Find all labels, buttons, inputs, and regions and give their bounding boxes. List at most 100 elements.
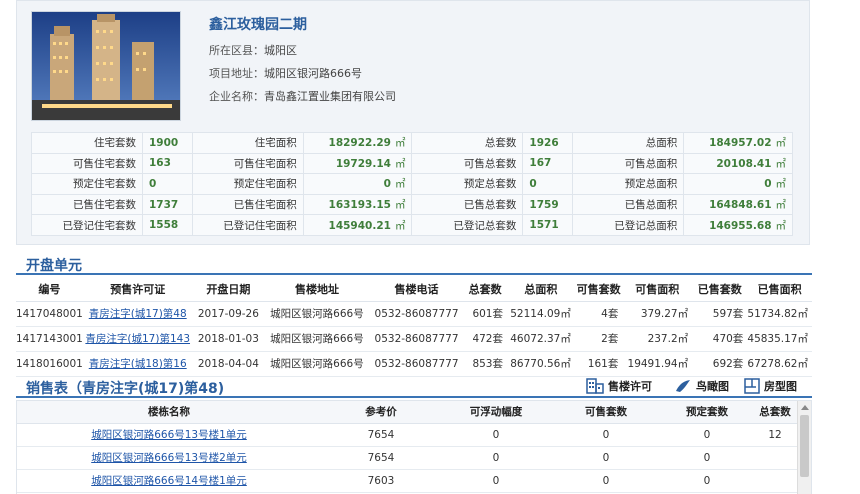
building-link[interactable]: 城阳区银河路666号13号楼1单元 <box>91 429 247 441</box>
address-value: 城阳区银河路666号 <box>264 67 362 80</box>
column-header: 已售套数 <box>692 277 748 302</box>
company-label: 企业名称： <box>209 90 264 103</box>
stat-number: 0 <box>148 177 157 190</box>
building-link-cell[interactable]: 城阳区银河路666号13号楼1单元 <box>17 423 321 447</box>
building-icon <box>586 378 604 394</box>
aerial-view-label: 鸟瞰图 <box>696 380 729 393</box>
stat-label: 已登记总套数 <box>411 214 524 236</box>
stat-value: 145940.21 ㎡ <box>302 214 413 236</box>
permit-link-cell[interactable]: 青房注字(城17)第48 <box>82 301 193 327</box>
permit-link[interactable]: 青房注字(城17)第143 <box>85 333 190 345</box>
project-summary-panel: 鑫江玫瑰园二期 所在区县：城阳区 项目地址：城阳区银河路666号 企业名称：青岛… <box>16 0 810 245</box>
opening-units-header: 开盘单元 <box>16 255 812 275</box>
stat-value: 167 <box>522 152 574 175</box>
table-cell: 0532-86087777 <box>369 301 464 327</box>
stat-value: 0 <box>522 173 574 195</box>
sales-table: 楼栋名称 参考价 可浮动幅度 可售套数 预定套数 总套数 城阳区银河路666号13号楼1单… <box>17 401 797 493</box>
permit-link[interactable]: 青房注字(城18)第16 <box>89 358 187 370</box>
permit-link-cell[interactable]: 青房注字(城18)第16 <box>82 351 193 377</box>
stat-value: 1759 <box>522 193 574 216</box>
table-row: 城阳区银河路666号14号楼1单元 7603 0 0 0 <box>17 469 797 493</box>
scroll-up-icon[interactable] <box>801 405 809 410</box>
table-cell: 51734.82㎡ <box>747 301 812 327</box>
permit-link-cell[interactable]: 青房注字(城17)第143 <box>82 326 193 352</box>
column-header: 参考价 <box>321 401 441 424</box>
stat-number: 0 <box>529 177 537 190</box>
sales-table-container: 楼栋名称 参考价 可浮动幅度 可售套数 预定套数 总套数 城阳区银河路666号13号楼1单… <box>16 400 812 494</box>
permit-link[interactable]: 青房注字(城17)第48 <box>89 308 187 320</box>
stat-label: 可售住宅套数 <box>31 152 143 175</box>
stat-number: 0 <box>383 178 391 191</box>
address-line: 项目地址：城阳区银河路666号 <box>209 65 362 81</box>
table-cell: 2018-04-04 <box>192 351 265 377</box>
stat-value: 164848.61 ㎡ <box>683 193 793 216</box>
table-cell: 472套 <box>463 326 507 352</box>
scroll-thumb[interactable] <box>800 415 809 477</box>
floorplan-label: 房型图 <box>764 380 797 393</box>
building-link-cell[interactable]: 城阳区银河路666号13号楼2单元 <box>17 446 321 470</box>
stat-label: 预定总套数 <box>411 173 524 195</box>
aerial-view-button[interactable]: 鸟瞰图 <box>674 378 729 394</box>
stats-row: 住宅套数 1900 住宅面积 182922.29 ㎡总套数 1926 总面积 184957.0… <box>31 132 793 154</box>
stat-label: 住宅套数 <box>31 132 143 154</box>
column-header: 预定套数 <box>661 401 753 424</box>
stat-label: 住宅面积 <box>191 132 304 154</box>
table-cell: 0532-86087777 <box>369 326 464 352</box>
stat-unit: ㎡ <box>394 178 406 191</box>
stat-value: 19729.14 ㎡ <box>302 152 413 175</box>
column-header: 可售面积 <box>622 277 693 302</box>
column-header: 楼栋名称 <box>17 401 321 424</box>
building-link-cell[interactable]: 城阳区银河路666号14号楼1单元 <box>17 469 321 493</box>
building-link[interactable]: 城阳区银河路666号14号楼1单元 <box>91 475 247 487</box>
permit-label: 售楼许可 <box>608 380 652 393</box>
stat-label: 已登记住宅面积 <box>191 214 304 236</box>
sales-scrollbar[interactable] <box>797 401 811 494</box>
stat-number: 146955.68 <box>709 219 772 232</box>
stat-number: 1571 <box>529 219 559 232</box>
stat-label: 已售总套数 <box>411 193 524 216</box>
table-cell: 86770.56㎡ <box>506 351 575 377</box>
stat-label: 可售总套数 <box>411 152 524 175</box>
table-cell: 0 <box>441 446 551 470</box>
table-cell: 2017-09-26 <box>192 301 265 327</box>
stat-value: 0 ㎡ <box>302 173 413 195</box>
stat-number: 0 <box>764 178 772 191</box>
stat-number: 1900 <box>148 136 179 149</box>
project-stats-table: 住宅套数 1900 住宅面积 182922.29 ㎡总套数 1926 总面积 184957.0… <box>31 132 793 236</box>
stat-label: 总面积 <box>572 132 685 154</box>
stat-label: 总套数 <box>411 132 524 154</box>
stat-unit: ㎡ <box>394 219 406 232</box>
district-label: 所在区县： <box>209 44 264 57</box>
stat-value: 1900 <box>141 132 193 154</box>
column-header: 已售面积 <box>747 277 812 302</box>
stat-number: 163 <box>148 157 171 170</box>
table-cell: 0 <box>661 423 753 447</box>
district-line: 所在区县：城阳区 <box>209 42 297 58</box>
table-cell: 597套 <box>692 301 748 327</box>
table-cell: 4套 <box>574 301 623 327</box>
stat-unit: ㎡ <box>394 157 406 170</box>
table-cell: 0 <box>661 469 753 493</box>
stat-label: 可售总面积 <box>572 152 685 175</box>
table-cell: 0 <box>661 446 753 470</box>
table-cell: 7603 <box>321 469 441 493</box>
stat-number: 184957.02 <box>709 137 772 150</box>
stat-number: 1759 <box>529 198 559 211</box>
table-cell: 0 <box>441 469 551 493</box>
table-cell: 853套 <box>463 351 507 377</box>
district-value: 城阳区 <box>264 44 297 57</box>
stat-value: 1926 <box>522 132 574 154</box>
stat-label: 已售住宅套数 <box>31 193 143 216</box>
stat-value: 182922.29 ㎡ <box>302 132 413 154</box>
floorplan-button[interactable]: 房型图 <box>744 378 797 394</box>
stat-value: 0 <box>141 173 193 195</box>
table-cell: 692套 <box>692 351 748 377</box>
building-link[interactable]: 城阳区银河路666号13号楼2单元 <box>91 452 247 464</box>
stat-label: 预定总面积 <box>572 173 685 195</box>
table-cell: 12 <box>753 423 797 447</box>
table-cell: 0 <box>441 423 551 447</box>
table-cell: 470套 <box>692 326 748 352</box>
permit-button[interactable]: 售楼许可 <box>586 378 652 394</box>
stat-label: 已登记总面积 <box>572 214 685 236</box>
stat-number: 167 <box>529 157 552 170</box>
